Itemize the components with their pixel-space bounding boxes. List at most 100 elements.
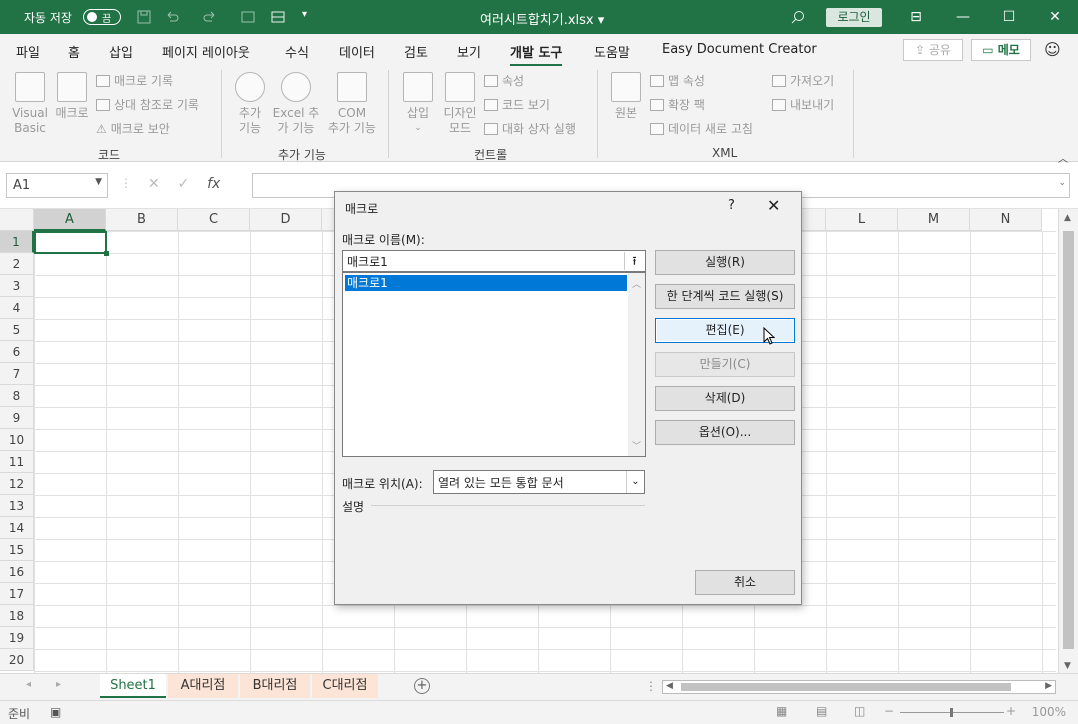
split-handle-icon[interactable]: ⋮	[645, 679, 657, 693]
sheet-tab-b[interactable]: B대리점	[240, 674, 310, 698]
row-header[interactable]: 12	[0, 473, 34, 495]
zoom-slider[interactable]	[900, 708, 1004, 717]
row-header[interactable]: 9	[0, 407, 34, 429]
row-header[interactable]: 15	[0, 539, 34, 561]
maximize-icon[interactable]: ☐	[998, 6, 1020, 28]
login-button[interactable]: 로그인	[826, 8, 882, 27]
row-header[interactable]: 2	[0, 253, 34, 275]
ribbon-display-icon[interactable]: ⊟	[905, 6, 927, 28]
dialog-close-icon[interactable]: ✕	[767, 196, 780, 215]
cancel-icon[interactable]: ✕	[148, 176, 160, 192]
row-header[interactable]: 7	[0, 363, 34, 385]
row-header[interactable]: 18	[0, 605, 34, 627]
column-header[interactable]: A	[34, 209, 106, 231]
list-scrollbar[interactable]: ︿ ﹀	[628, 273, 645, 456]
properties-button[interactable]: 속성	[484, 72, 524, 89]
expansion-packs-button[interactable]: 확장 팩	[650, 96, 705, 113]
tab-developer[interactable]: 개발 도구	[510, 42, 563, 67]
excel-addins-button[interactable]: Excel 추 가 기능	[270, 72, 322, 136]
view-code-button[interactable]: 코드 보기	[484, 96, 550, 113]
sheet-tab-c[interactable]: C대리점	[312, 674, 378, 698]
cancel-button[interactable]: 취소	[695, 570, 795, 595]
column-header[interactable]: N	[970, 209, 1042, 231]
undo-icon[interactable]	[164, 9, 180, 25]
zoom-slider-thumb[interactable]	[950, 708, 953, 717]
minimize-icon[interactable]: —	[952, 6, 974, 28]
horizontal-scrollbar[interactable]: ◀ ▶	[662, 680, 1056, 694]
macro-list[interactable]: 매크로1 ︿ ﹀	[342, 272, 646, 457]
select-all-corner[interactable]	[0, 209, 34, 231]
macro-security-button[interactable]: ⚠ 매크로 보안	[96, 120, 170, 137]
column-header[interactable]: D	[250, 209, 322, 231]
feedback-smiley-icon[interactable]: ☺	[1044, 40, 1061, 59]
table-icon[interactable]	[270, 9, 286, 25]
row-header[interactable]: 14	[0, 517, 34, 539]
sheet-tab-sheet1[interactable]: Sheet1	[100, 674, 166, 698]
run-dialog-button[interactable]: 대화 상자 실행	[484, 120, 576, 137]
qat-customize-icon[interactable]: ▾	[302, 9, 307, 20]
delete-button[interactable]: 삭제(D)	[655, 386, 795, 411]
tab-review[interactable]: 검토	[404, 42, 428, 61]
row-header[interactable]: 16	[0, 561, 34, 583]
list-item[interactable]: 매크로1	[345, 275, 627, 291]
zoom-out-icon[interactable]: −	[884, 704, 894, 718]
zoom-level[interactable]: 100%	[1032, 705, 1066, 719]
design-mode-button[interactable]: 디자인 모드	[440, 72, 480, 136]
row-header[interactable]: 5	[0, 319, 34, 341]
row-header[interactable]: 19	[0, 627, 34, 649]
close-icon[interactable]: ✕	[1044, 6, 1066, 28]
redo-icon[interactable]	[202, 9, 218, 25]
run-button[interactable]: 실행(R)	[655, 250, 795, 275]
tab-easy-document-creator[interactable]: Easy Document Creator	[662, 42, 817, 57]
row-header[interactable]: 3	[0, 275, 34, 297]
chevron-down-icon[interactable]: ⌄	[626, 471, 644, 493]
memo-button[interactable]: ▭ 메모	[971, 39, 1031, 61]
step-into-button[interactable]: 한 단계씩 코드 실행(S)	[655, 284, 795, 309]
form-icon[interactable]	[240, 9, 256, 25]
options-button[interactable]: 옵션(O)...	[655, 420, 795, 445]
expand-formula-icon[interactable]: ⌄	[1058, 178, 1066, 188]
row-header[interactable]: 17	[0, 583, 34, 605]
record-macro-button[interactable]: 매크로 기록	[96, 72, 173, 89]
macro-location-select[interactable]: 열려 있는 모든 통합 문서 ⌄	[433, 470, 645, 494]
save-icon[interactable]	[136, 9, 152, 25]
tab-help[interactable]: 도움말	[594, 42, 630, 61]
vertical-scrollbar[interactable]: ▲ ▼	[1058, 209, 1078, 673]
tab-view[interactable]: 보기	[457, 42, 481, 61]
name-box[interactable]: A1 ▼	[6, 173, 108, 198]
relative-ref-button[interactable]: 상대 참조로 기록	[96, 96, 199, 113]
enter-icon[interactable]: ✓	[178, 176, 190, 192]
horizontal-scroll-thumb[interactable]	[681, 683, 1011, 691]
help-icon[interactable]: ?	[728, 198, 735, 213]
com-addins-button[interactable]: COM 추가 기능	[324, 72, 380, 136]
row-header[interactable]: 6	[0, 341, 34, 363]
export-button[interactable]: 내보내기	[772, 96, 834, 113]
vertical-scroll-thumb[interactable]	[1063, 231, 1074, 649]
row-header[interactable]: 11	[0, 451, 34, 473]
column-header[interactable]: B	[106, 209, 178, 231]
scroll-down-icon[interactable]: ▼	[1064, 661, 1071, 671]
row-header[interactable]: 13	[0, 495, 34, 517]
list-scroll-down-icon[interactable]: ﹀	[632, 439, 641, 452]
autosave-toggle[interactable]: 끔	[83, 9, 121, 25]
macro-name-input[interactable]: 매크로1	[342, 250, 646, 272]
column-header[interactable]: C	[178, 209, 250, 231]
next-sheet-icon[interactable]: ▸	[56, 679, 61, 690]
visual-basic-button[interactable]: Visual Basic	[12, 72, 48, 136]
tab-insert[interactable]: 삽입	[109, 42, 133, 61]
tab-home[interactable]: 홈	[68, 42, 80, 61]
chevron-down-icon[interactable]: ▼	[95, 177, 102, 187]
create-button[interactable]: 만들기(C)	[655, 352, 795, 377]
row-header[interactable]: 20	[0, 649, 34, 671]
row-header[interactable]: 4	[0, 297, 34, 319]
scroll-up-icon[interactable]: ▲	[1064, 213, 1071, 223]
tab-page-layout[interactable]: 페이지 레이아웃	[162, 42, 250, 61]
column-header[interactable]: M	[898, 209, 970, 231]
tab-formulas[interactable]: 수식	[285, 42, 309, 61]
column-header[interactable]: L	[826, 209, 898, 231]
scroll-left-icon[interactable]: ◀	[666, 681, 673, 691]
share-button[interactable]: ⇪ 공유	[903, 39, 963, 61]
page-break-view-icon[interactable]: ◫	[854, 704, 865, 718]
sheet-tab-a[interactable]: A대리점	[168, 674, 238, 698]
tab-data[interactable]: 데이터	[339, 42, 375, 61]
